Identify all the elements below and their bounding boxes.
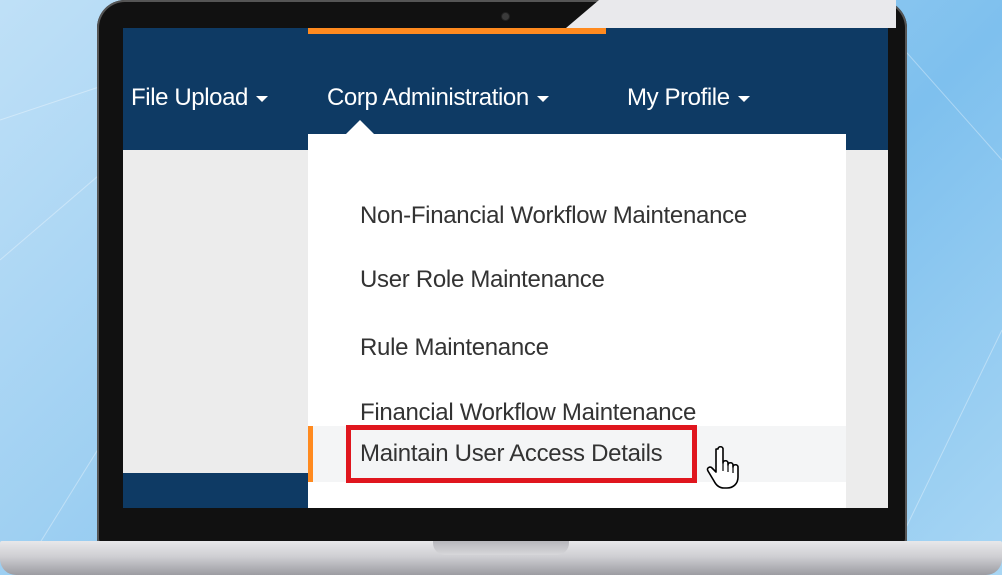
nav-item-corp-administration[interactable]: Corp Administration: [327, 84, 549, 112]
menu-item-user-role-maintenance[interactable]: User Role Maintenance: [308, 249, 846, 311]
nav-item-label: My Profile: [627, 84, 730, 111]
highlight-box: [346, 425, 697, 483]
nav-item-label: Corp Administration: [327, 84, 529, 111]
nav-item-label: File Upload: [131, 84, 248, 111]
laptop-notch: [433, 541, 569, 555]
webcam-icon: [502, 13, 509, 20]
top-navigation-bar: File Upload Corp Administration My Profi…: [123, 28, 888, 150]
caret-down-icon: [256, 96, 268, 102]
caret-down-icon: [737, 96, 750, 102]
caret-down-icon: [536, 96, 549, 102]
menu-item-non-financial-workflow[interactable]: Non-Financial Workflow Maintenance: [308, 185, 846, 247]
active-nav-indicator: [308, 28, 606, 34]
menu-item-label: User Role Maintenance: [360, 266, 605, 293]
menu-item-label: Non-Financial Workflow Maintenance: [360, 202, 747, 229]
nav-item-file-upload[interactable]: File Upload: [131, 84, 268, 112]
menu-item-label: Rule Maintenance: [360, 334, 549, 361]
content-band: [123, 473, 308, 508]
screen: File Upload Corp Administration My Profi…: [123, 28, 888, 508]
content-area-left: [123, 150, 308, 508]
menu-item-rule-maintenance[interactable]: Rule Maintenance: [308, 317, 846, 379]
hand-pointer-icon: [706, 445, 739, 489]
menu-item-label: Financial Workflow Maintenance: [360, 399, 697, 426]
screen-glare: [566, 0, 896, 28]
nav-item-my-profile[interactable]: My Profile: [627, 84, 750, 112]
content-area-right: [846, 150, 888, 508]
